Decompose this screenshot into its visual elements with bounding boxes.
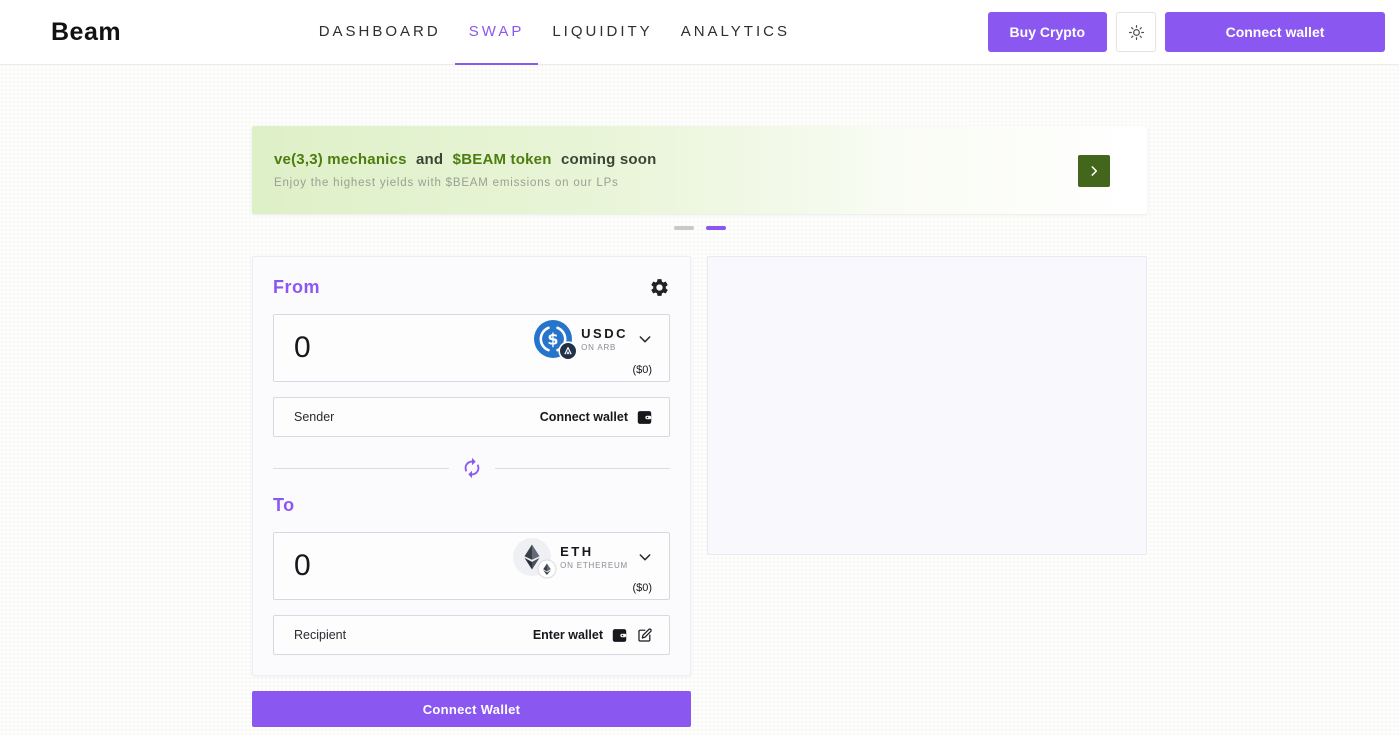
edit-icon[interactable] (636, 627, 653, 644)
sender-label: Sender (294, 410, 334, 424)
divider-line (273, 468, 449, 469)
sender-action-label: Connect wallet (540, 410, 628, 424)
gear-icon[interactable] (649, 277, 670, 298)
banner-next-button[interactable] (1078, 155, 1110, 187)
recipient-label: Recipient (294, 628, 346, 642)
brand-name: Beam (51, 18, 121, 47)
chevron-down-icon (637, 549, 653, 565)
recipient-action-label: Enter wallet (533, 628, 603, 642)
divider-line (495, 468, 671, 469)
sender-connect-wallet[interactable]: Connect wallet (540, 409, 653, 426)
sender-row: Sender Connect wallet (273, 397, 670, 437)
banner-title-part: coming soon (561, 151, 657, 168)
swap-refresh-icon[interactable] (461, 457, 483, 479)
brand-logo[interactable]: Beam (14, 12, 121, 52)
chevron-right-icon (1087, 164, 1101, 178)
page: Beam DASHBOARD SWAP LIQUIDITY ANALYTICS … (0, 0, 1399, 735)
recipient-row: Recipient Enter wallet (273, 615, 670, 655)
wallet-icon (611, 627, 628, 644)
beam-watermark-icon (904, 375, 950, 437)
swap-card: From USDC (252, 256, 691, 676)
nav-analytics[interactable]: ANALYTICS (667, 0, 804, 65)
main-nav: DASHBOARD SWAP LIQUIDITY ANALYTICS (121, 0, 987, 65)
to-token-selector[interactable]: ETH ON ETHEREUM ($0) (513, 538, 653, 594)
banner-title-part: $BEAM token (453, 151, 552, 168)
to-token-symbol: ETH (560, 544, 594, 559)
to-amount-box: ETH ON ETHEREUM ($0) (273, 532, 670, 600)
nav-swap[interactable]: SWAP (455, 0, 539, 65)
from-token-selector[interactable]: USDC ON ARB ($0) (534, 320, 653, 376)
banner-title-part: ve(3,3) mechanics (274, 151, 407, 168)
to-token-network: ON ETHEREUM (560, 561, 628, 570)
swap-preview-panel (707, 256, 1147, 555)
to-heading: To (273, 495, 295, 516)
to-amount-input[interactable] (294, 549, 454, 583)
promo-banner-title: ve(3,3) mechanics and $BEAM token coming… (274, 151, 1067, 168)
carousel-dot-1[interactable] (674, 226, 694, 230)
arbitrum-badge-icon (558, 341, 578, 361)
nav-liquidity[interactable]: LIQUIDITY (538, 0, 666, 65)
carousel-dot-2[interactable] (706, 226, 726, 230)
sun-icon (1127, 23, 1146, 42)
banner-carousel-dots (252, 226, 1147, 230)
chevron-down-icon (637, 331, 653, 347)
from-token-network: ON ARB (581, 343, 616, 352)
to-fiat-value: ($0) (632, 582, 652, 594)
buy-crypto-button[interactable]: Buy Crypto (988, 12, 1107, 52)
promo-banner: ve(3,3) mechanics and $BEAM token coming… (252, 126, 1147, 214)
header-actions: Buy Crypto Connect wallet (988, 12, 1385, 52)
swap-column: From USDC (252, 256, 691, 727)
header-connect-wallet-button[interactable]: Connect wallet (1165, 12, 1385, 52)
from-amount-input[interactable] (294, 331, 454, 365)
nav-dashboard[interactable]: DASHBOARD (305, 0, 455, 65)
banner-title-part: and (416, 151, 443, 168)
beam-logo-icon (14, 12, 44, 52)
wallet-icon (636, 409, 653, 426)
theme-toggle-button[interactable] (1116, 12, 1156, 52)
from-fiat-value: ($0) (632, 364, 652, 376)
from-amount-box: USDC ON ARB ($0) (273, 314, 670, 382)
swap-divider (273, 457, 670, 479)
header: Beam DASHBOARD SWAP LIQUIDITY ANALYTICS … (0, 0, 1399, 65)
recipient-enter-wallet[interactable]: Enter wallet (533, 627, 653, 644)
from-heading: From (273, 277, 320, 298)
from-token-symbol: USDC (581, 326, 628, 341)
eth-badge-icon (537, 559, 557, 579)
promo-banner-subtitle: Enjoy the highest yields with $BEAM emis… (274, 177, 1067, 189)
connect-wallet-submit-button[interactable]: Connect Wallet (252, 691, 691, 727)
